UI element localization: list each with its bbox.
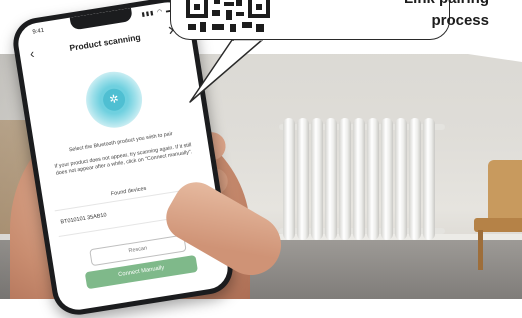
device-name: BT010101 35AB10 (60, 212, 108, 226)
phone-screen: 9:41 ▮▮▮ ◠ ▬ ‹ Product scanning ✕ ✲ Sele… (15, 0, 231, 313)
callout-title: Link pairing process (404, 0, 489, 32)
qr-module (212, 24, 224, 30)
qr-module (236, 12, 244, 16)
qr-module (214, 0, 220, 4)
qr-module (212, 10, 220, 16)
callout-line-2: process (431, 12, 489, 29)
qr-module (200, 22, 206, 32)
qr-module (188, 24, 196, 30)
bluetooth-icon: ✲ (101, 87, 127, 113)
scan-animation: ✲ (82, 67, 147, 132)
qr-module (236, 0, 242, 6)
qr-module (256, 24, 264, 32)
qr-module (226, 10, 232, 20)
status-icons: ▮▮▮ ◠ ▬ (141, 7, 174, 19)
qr-finder-dot (194, 4, 200, 10)
phone-notch (69, 7, 133, 31)
qr-module (230, 24, 236, 32)
qr-module (224, 2, 234, 6)
qr-finder-dot (256, 4, 262, 10)
qr-code (186, 0, 276, 36)
status-time: 9:41 (32, 27, 45, 36)
qr-module (242, 22, 252, 28)
callout-line-1: Link pairing (404, 0, 489, 10)
